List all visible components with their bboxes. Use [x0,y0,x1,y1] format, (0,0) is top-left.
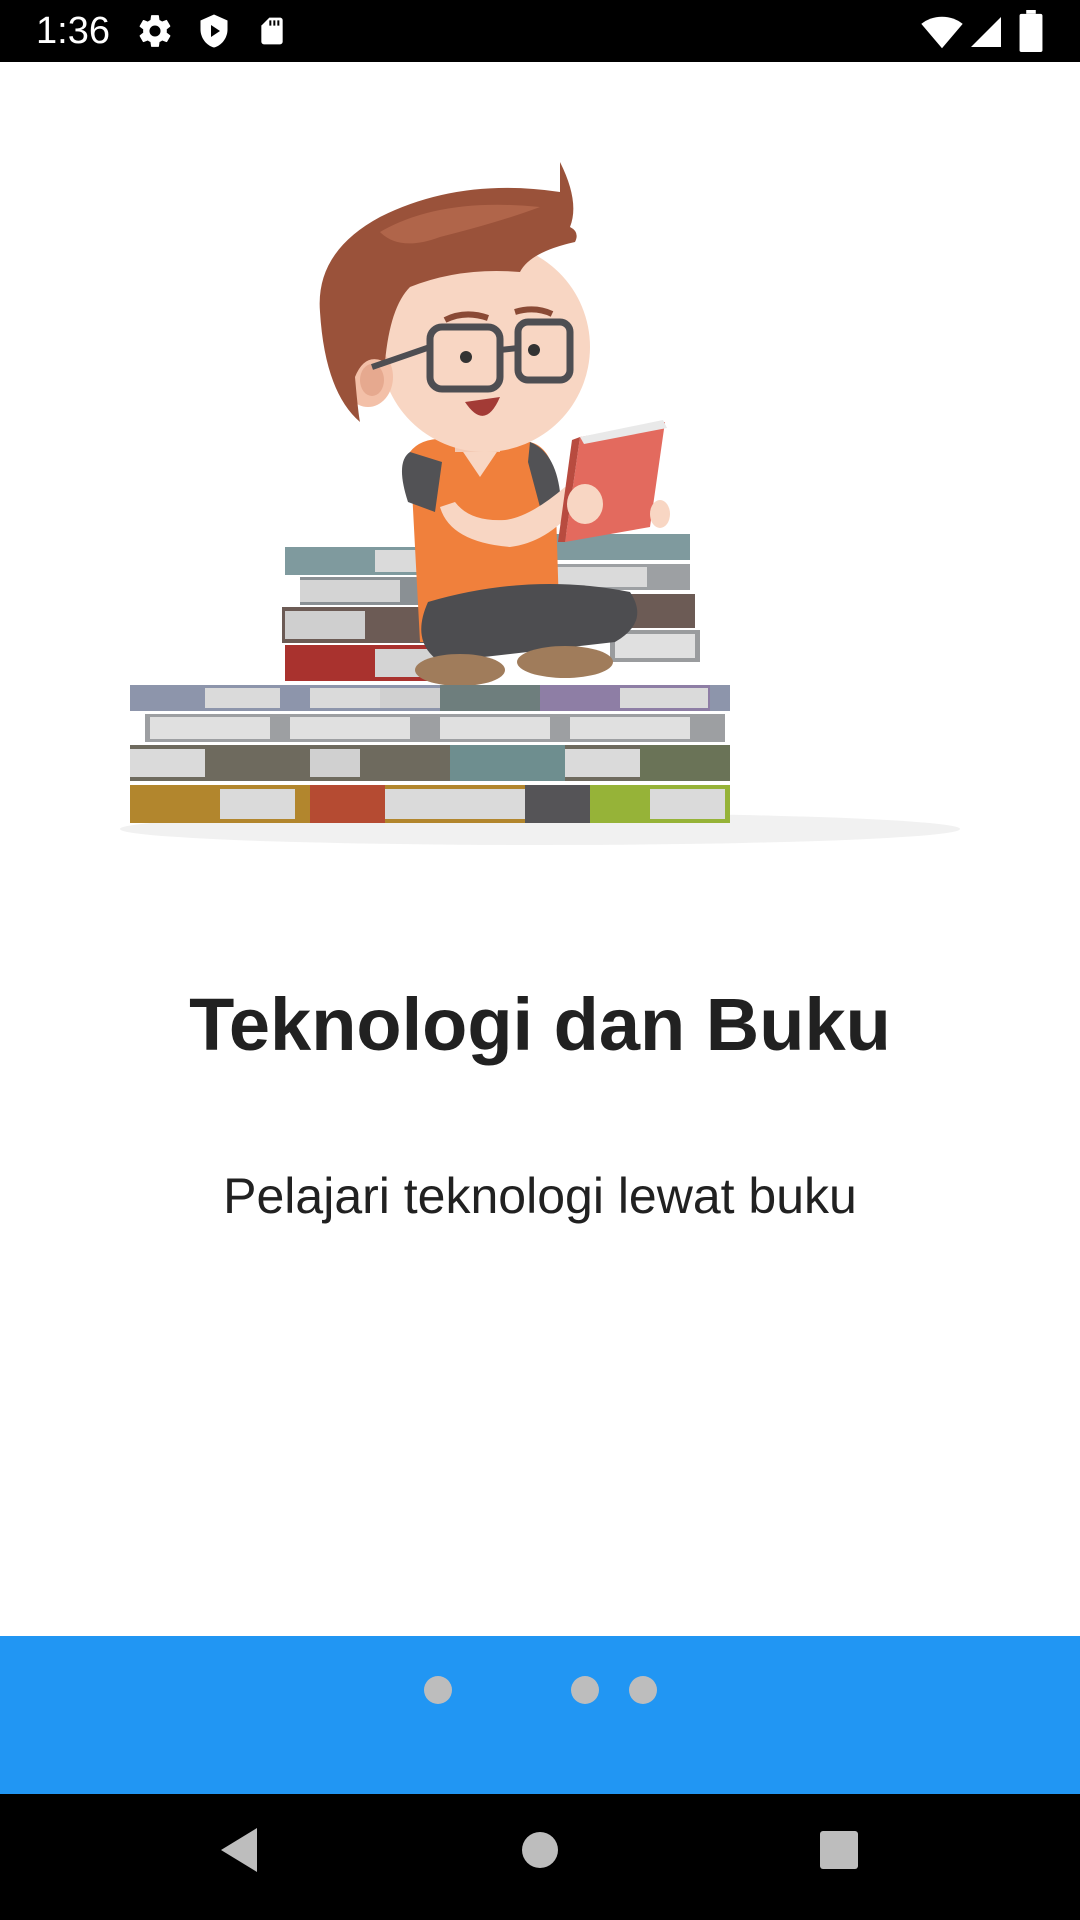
pager-dot-3[interactable] [629,1676,657,1704]
status-bar: 1:36 [0,0,1080,62]
gear-icon [136,12,174,55]
signal-icon [968,14,1004,55]
home-icon[interactable] [520,1824,560,1881]
boy-reading-illustration [110,122,970,852]
page-subtitle: Pelajari teknologi lewat buku [223,1168,857,1224]
status-time: 1:36 [36,10,110,52]
pager-dot-1[interactable] [424,1676,452,1704]
wifi-icon [920,14,964,55]
recents-icon[interactable] [818,1824,860,1881]
onboarding-page: Teknologi dan Buku Pelajari teknologi le… [0,62,1080,1636]
pager-dot-2[interactable] [571,1676,599,1704]
page-title: Teknologi dan Buku [189,983,891,1066]
navigation-bar [0,1794,1080,1920]
sd-card-icon [256,12,288,55]
pager-bar [0,1636,1080,1794]
back-icon[interactable] [215,1824,261,1881]
battery-icon [1018,10,1044,57]
shield-play-icon [196,12,232,55]
